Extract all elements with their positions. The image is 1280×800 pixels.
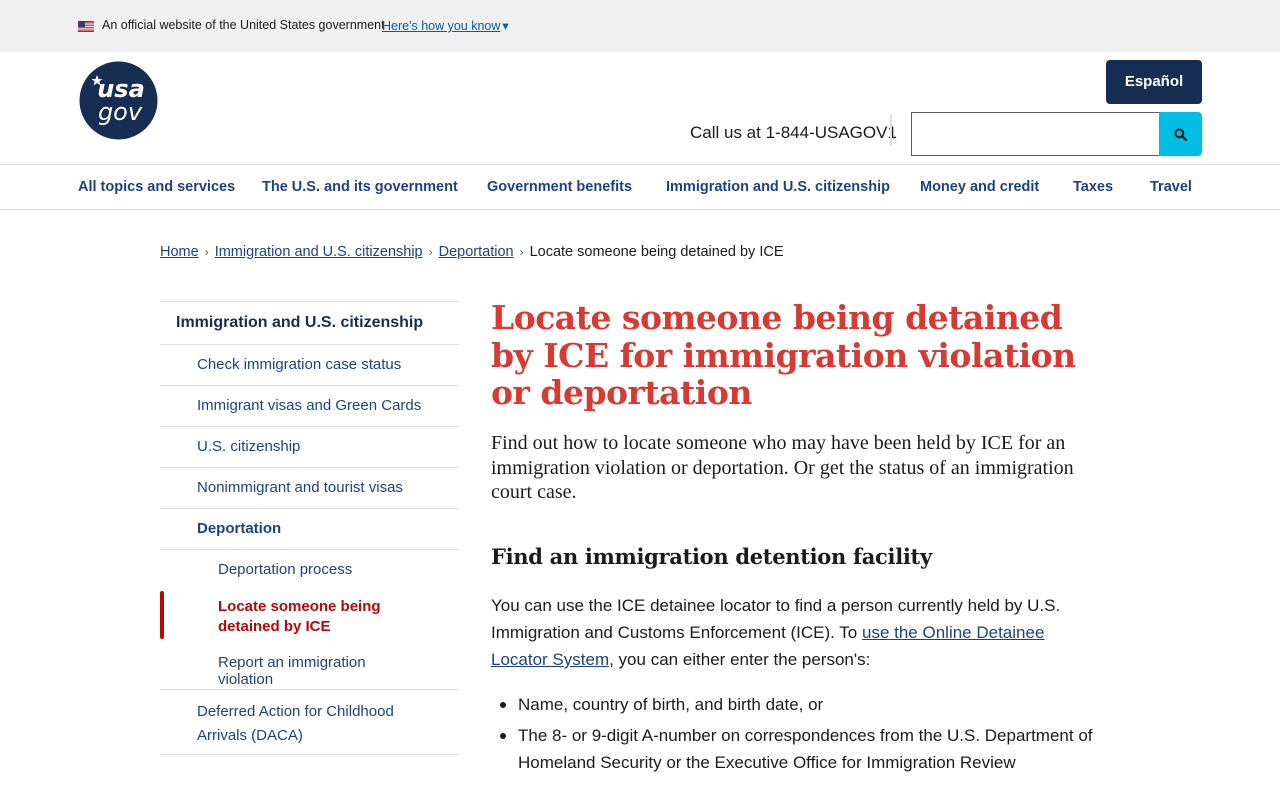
search-icon (1174, 128, 1187, 141)
us-flag-icon (78, 21, 94, 32)
espanol-button[interactable]: Español (1106, 60, 1202, 104)
header-divider (890, 114, 892, 146)
chevron-down-icon: ▾ (502, 19, 509, 33)
search-button[interactable] (1159, 112, 1202, 156)
breadcrumb-immigration[interactable]: Immigration and U.S. citizenship (215, 244, 423, 260)
breadcrumb-separator-icon: › (519, 245, 524, 259)
usagov-logo[interactable]: usa gov (79, 61, 158, 140)
sidenav-item-deportation[interactable]: Deportation (160, 508, 459, 549)
sidenav-item-case-status[interactable]: Check immigration case status (160, 344, 459, 385)
paragraph-text-after: , you can either enter the person's: (609, 650, 871, 669)
gov-banner: An official website of the United States… (0, 0, 1280, 52)
nav-item-money[interactable]: Money and credit (920, 179, 1039, 195)
call-us-text: Call us at 1-844-USAGOV1 (690, 123, 897, 142)
nav-item-taxes[interactable]: Taxes (1073, 179, 1113, 195)
sidenav-item-citizenship[interactable]: U.S. citizenship (160, 426, 459, 467)
sidenav-item-daca[interactable]: Deferred Action for Childhood Arrivals (… (160, 689, 459, 754)
main-nav: All topics and services The U.S. and its… (0, 164, 1280, 210)
breadcrumb: Home › Immigration and U.S. citizenship › De… (160, 244, 784, 260)
nav-item-travel[interactable]: Travel (1150, 179, 1192, 195)
list-item: Name, country of birth, and birth date, … (491, 691, 1111, 718)
how-you-know-label: Here's how you know (382, 19, 501, 33)
sidenav-item-immigration[interactable]: Immigration and U.S. citizenship (160, 301, 459, 344)
search-input[interactable] (911, 112, 1159, 156)
breadcrumb-home[interactable]: Home (160, 244, 199, 260)
page-title: Locate someone being detained by ICE for… (491, 298, 1076, 412)
sidenav-item-tourist-visas[interactable]: Nonimmigrant and tourist visas (160, 467, 459, 508)
how-you-know-link[interactable]: Here's how you know ▾ (382, 18, 509, 33)
list-item: The 8- or 9-digit A-number on correspond… (491, 722, 1111, 776)
sidenav-item-green-cards[interactable]: Immigrant visas and Green Cards (160, 385, 459, 426)
sidenav-subitem-locate-detained[interactable]: Locate someone being detained by ICE (160, 591, 459, 647)
page-intro: Find out how to locate someone who may h… (491, 432, 1074, 503)
nav-item-benefits[interactable]: Government benefits (487, 179, 632, 195)
section-heading: Find an immigration detention facility (491, 544, 932, 569)
gov-banner-text: An official website of the United States… (102, 18, 385, 32)
sidenav-bottom-border (160, 754, 459, 755)
breadcrumb-current: Locate someone being detained by ICE (529, 244, 784, 260)
sidenav-subitem-deportation-process[interactable]: Deportation process (160, 550, 459, 591)
nav-item-us-government[interactable]: The U.S. and its government (262, 179, 458, 195)
side-nav: Immigration and U.S. citizenship Check i… (160, 301, 459, 755)
breadcrumb-deportation[interactable]: Deportation (439, 244, 514, 260)
logo-text-gov: gov (98, 98, 143, 126)
nav-item-all-topics[interactable]: All topics and services (78, 179, 235, 195)
option-list: Name, country of birth, and birth date, … (491, 691, 1111, 780)
sidenav-subitem-report-violation[interactable]: Report an immigration violation (160, 647, 459, 689)
breadcrumb-separator-icon: › (204, 245, 209, 259)
section-paragraph: You can use the ICE detainee locator to … (491, 592, 1091, 673)
breadcrumb-separator-icon: › (428, 245, 433, 259)
nav-item-immigration[interactable]: Immigration and U.S. citizenship (666, 179, 890, 195)
